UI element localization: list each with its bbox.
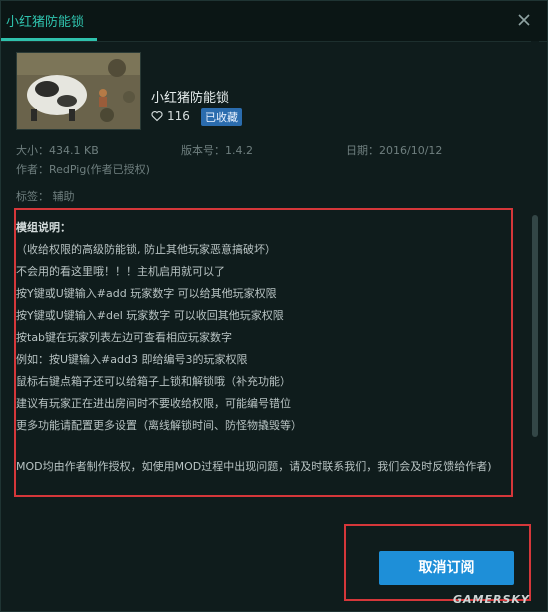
unsubscribe-button[interactable]: 取消订阅 [379, 551, 514, 585]
description-notice: MOD均由作者制作授权，如使用MOD过程中出现问题，请及时联系我们，我们会及时反… [16, 460, 492, 473]
description-line: 例如：按U键输入#add3 即给编号3的玩家权限 [16, 353, 248, 366]
tab-mod-title[interactable]: 小红猪防能锁 [6, 11, 84, 30]
watermark-text: GAMERSKY [453, 593, 530, 606]
description-line: 按Y键或U键输入#add 玩家数字 可以给其他玩家权限 [16, 287, 277, 300]
mod-tags: 标签： 辅助 [16, 190, 75, 203]
likes-count[interactable]: 116 [151, 109, 190, 123]
mod-author: 作者：RedPig(作者已授权) [16, 163, 150, 176]
dialog-header: 小红猪防能锁 [1, 1, 547, 42]
description-line: 按tab键在玩家列表左边可查看相应玩家数字 [16, 331, 233, 344]
likes-number: 116 [167, 109, 190, 123]
description-heading: 模组说明： [16, 221, 71, 234]
heart-icon [151, 110, 163, 122]
mod-version: 版本号：1.4.2 [181, 144, 253, 157]
description-line: 按Y键或U键输入#del 玩家数字 可以收回其他玩家权限 [16, 309, 284, 322]
description-line: 鼠标右键点箱子还可以给箱子上锁和解锁哦（补充功能） [16, 375, 291, 388]
description-line: （收给权限的高级防能锁, 防止其他玩家恶意搞破坏） [16, 243, 276, 256]
mod-date: 日期：2016/10/12 [346, 144, 443, 157]
description-line: 不会用的看这里哦！！！主机启用就可以了 [16, 265, 225, 278]
mod-title: 小红猪防能锁 [151, 91, 230, 106]
mod-thumbnail [16, 52, 141, 130]
close-icon[interactable] [515, 11, 533, 29]
mod-detail-dialog: 小红猪防能锁 小红猪防能锁 116 已收藏 大小：434.1 KB 版本号：1.… [0, 0, 548, 612]
description-line: 更多功能请配置更多设置（离线解锁时间、防怪物撬毁等） [16, 419, 302, 432]
favorited-badge: 已收藏 [201, 108, 242, 126]
active-tab-indicator [1, 38, 97, 41]
mod-size: 大小：434.1 KB [16, 144, 99, 157]
scrollbar-thumb[interactable] [532, 215, 538, 437]
description-line: 建议有玩家正在进出房间时不要收给权限，可能编号错位 [16, 397, 291, 410]
